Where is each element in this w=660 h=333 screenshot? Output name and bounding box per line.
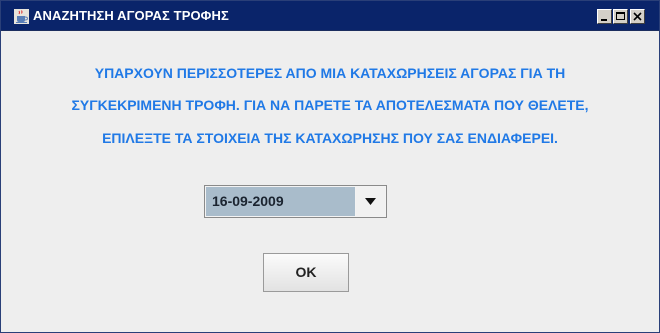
dialog-window: ΑΝΑΖΗΤΗΣΗ ΑΓΟΡΑΣ ΤΡΟΦΗΣ ΥΠΑΡΧΟΥΝ ΠΕΡΙΣΣΟ…: [0, 0, 660, 333]
message-line-1: ΥΠΑΡΧΟΥΝ ΠΕΡΙΣΣΟΤΕΡΕΣ ΑΠΟ ΜΙΑ ΚΑΤΑΧΩΡΗΣΕ…: [94, 65, 566, 81]
title-bar[interactable]: ΑΝΑΖΗΤΗΣΗ ΑΓΟΡΑΣ ΤΡΟΦΗΣ: [1, 1, 659, 31]
message-line-2: ΣΥΓΚΕΚΡΙΜΕΝΗ ΤΡΟΦΗ. ΓΙΑ ΝΑ ΠΑΡΕΤΕ ΤΑ ΑΠΟ…: [71, 97, 589, 113]
chevron-down-icon: [365, 198, 376, 205]
maximize-icon: [616, 12, 625, 20]
ok-button[interactable]: OK: [263, 253, 349, 292]
minimize-button[interactable]: [597, 9, 612, 24]
maximize-button[interactable]: [613, 9, 628, 24]
selected-date[interactable]: 16-09-2009: [206, 187, 355, 216]
window-title: ΑΝΑΖΗΤΗΣΗ ΑΓΟΡΑΣ ΤΡΟΦΗΣ: [33, 8, 229, 23]
close-icon: [633, 12, 642, 21]
java-coffee-cup-icon: [14, 9, 29, 24]
date-select[interactable]: 16-09-2009: [204, 185, 387, 218]
minimize-icon: [601, 19, 607, 21]
message-line-3: ΕΠΙΛΕΞΤΕ ΤΑ ΣΤΟΙΧΕΙΑ ΤΗΣ ΚΑΤΑΧΩΡΗΣΗΣ ΠΟΥ…: [102, 130, 558, 146]
close-button[interactable]: [630, 9, 645, 24]
dropdown-arrow-button[interactable]: [356, 187, 385, 216]
